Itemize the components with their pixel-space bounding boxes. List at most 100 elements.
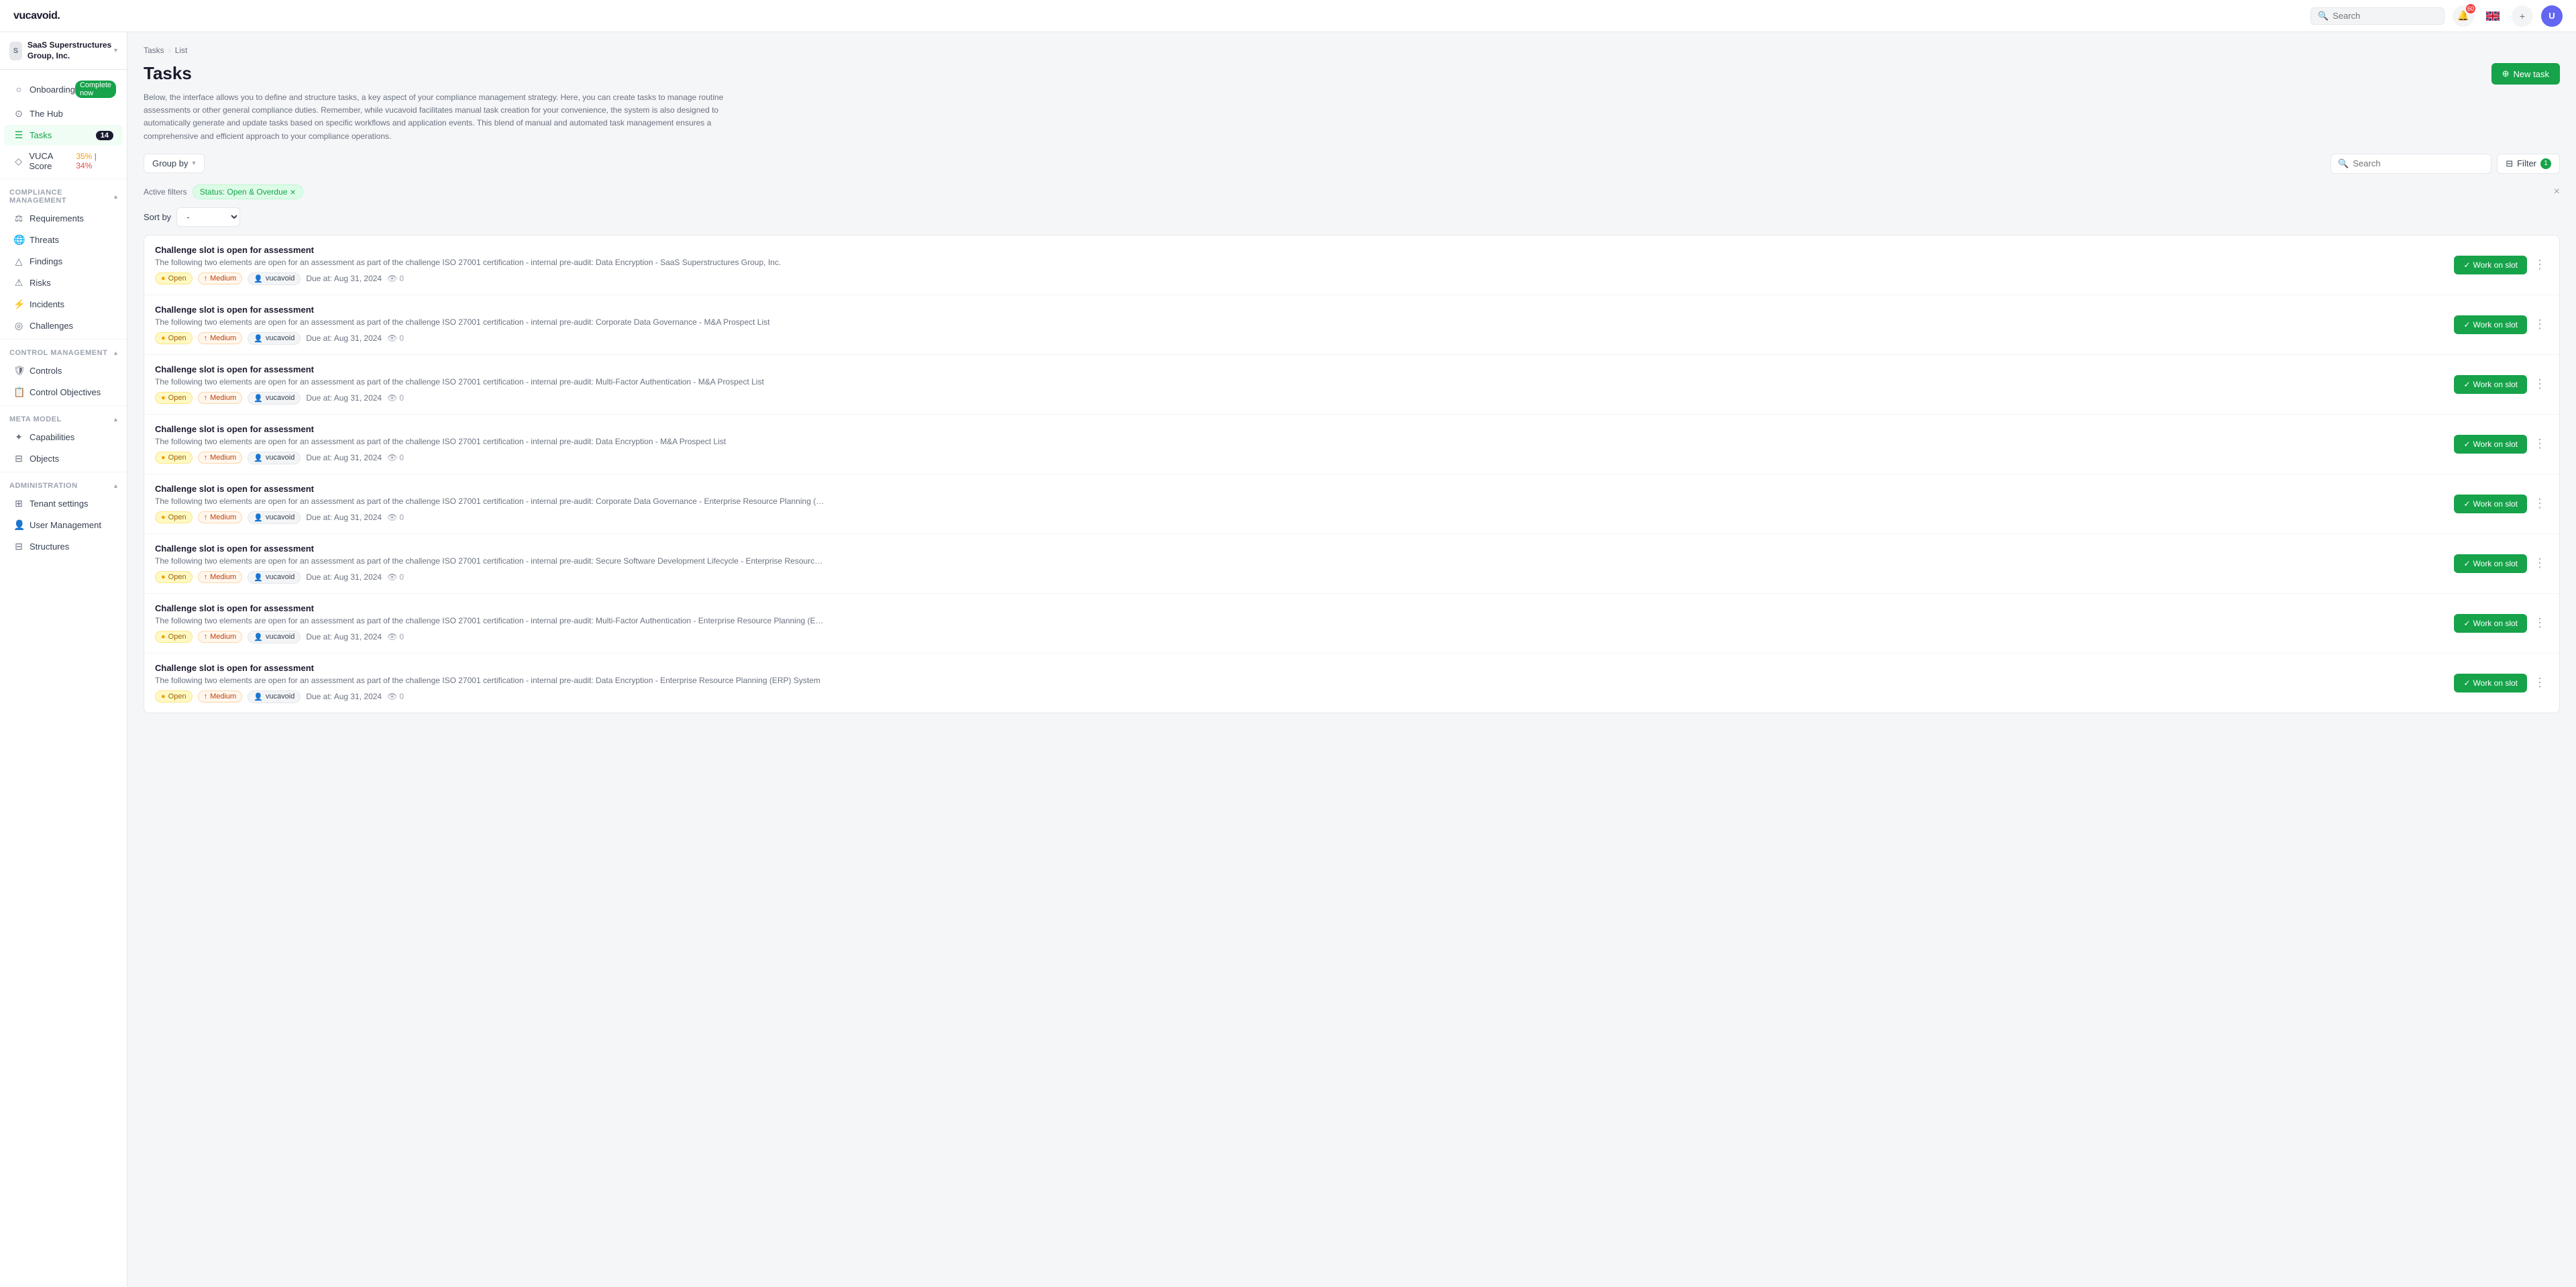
sidebar-item-control-objectives[interactable]: 📋 Control Objectives — [4, 382, 123, 403]
work-on-slot-button[interactable]: ✓ Work on slot — [2454, 315, 2527, 334]
assignee-tag: 👤 vucavoid — [248, 511, 301, 524]
comment-count: 👁 0 — [387, 632, 404, 641]
breadcrumb-list: List — [175, 46, 188, 55]
flag-icon — [2486, 11, 2500, 21]
incidents-icon: ⚡ — [13, 299, 24, 310]
more-actions-button[interactable]: ⋮ — [2531, 613, 2548, 633]
sidebar-item-incidents[interactable]: ⚡ Incidents — [4, 294, 123, 315]
sidebar-item-structures[interactable]: ⊟ Structures — [4, 536, 123, 557]
section-admin[interactable]: Administration ▴ — [0, 475, 127, 493]
work-on-slot-button[interactable]: ✓ Work on slot — [2454, 554, 2527, 573]
due-date: Due at: Aug 31, 2024 — [306, 572, 382, 582]
more-actions-button[interactable]: ⋮ — [2531, 255, 2548, 274]
org-avatar: S — [9, 42, 22, 60]
task-content: Challenge slot is open for assessment Th… — [155, 603, 2446, 644]
task-meta: ● Open ↑ Medium 👤 vucavoid Due at: Aug 3… — [155, 392, 2446, 405]
sidebar-item-findings[interactable]: △ Findings — [4, 251, 123, 272]
sidebar-item-controls[interactable]: 🛡 Controls — [4, 360, 123, 381]
sidebar-item-challenges[interactable]: ◎ Challenges — [4, 315, 123, 336]
status-tag: ● Open — [155, 571, 193, 583]
sidebar-item-capabilities[interactable]: ✦ Capabilities — [4, 427, 123, 448]
sidebar-item-tenant[interactable]: ⊞ Tenant settings — [4, 493, 123, 514]
sidebar-item-label: Controls — [30, 366, 62, 376]
sidebar-item-users[interactable]: 👤 User Management — [4, 515, 123, 535]
more-actions-button[interactable]: ⋮ — [2531, 315, 2548, 334]
group-by-label: Group by — [152, 158, 188, 168]
close-all-filters[interactable]: × — [2554, 186, 2560, 198]
app-logo: vucavoid. — [13, 10, 60, 22]
main-content: Tasks › List Tasks ⊕ New task Below, the… — [127, 32, 2576, 1287]
task-title: Challenge slot is open for assessment — [155, 603, 2446, 613]
filter-tag-close[interactable]: × — [290, 187, 295, 197]
task-actions: ✓ Work on slot ⋮ — [2454, 374, 2548, 394]
layout: S SaaS Superstructures Group, Inc. ▾ ○ O… — [0, 32, 2576, 1287]
active-filters-label: Active filters — [144, 187, 187, 197]
assignee-tag: 👤 vucavoid — [248, 332, 301, 345]
threats-icon: 🌐 — [13, 234, 24, 246]
breadcrumb-tasks[interactable]: Tasks — [144, 46, 164, 55]
controls-icon: 🛡 — [13, 365, 24, 376]
task-search-input[interactable] — [2353, 158, 2484, 168]
section-label: Meta Model — [9, 415, 62, 423]
work-on-slot-button[interactable]: ✓ Work on slot — [2454, 435, 2527, 454]
hub-icon: ⊙ — [13, 108, 24, 119]
section-label: Compliance Management — [9, 189, 114, 205]
section-control[interactable]: Control Management ▴ — [0, 342, 127, 360]
open-dot: ● — [161, 274, 166, 282]
sidebar-item-label: The Hub — [30, 109, 63, 119]
language-selector[interactable] — [2482, 5, 2504, 27]
task-content: Challenge slot is open for assessment Th… — [155, 305, 2446, 345]
comment-count: 👁 0 — [387, 453, 404, 462]
filter-button[interactable]: ⊟ Filter 1 — [2497, 154, 2560, 174]
task-actions: ✓ Work on slot ⋮ — [2454, 554, 2548, 573]
status-filter-tag[interactable]: Status: Open & Overdue × — [193, 185, 303, 199]
notifications-button[interactable]: 🔔 60 — [2453, 5, 2474, 27]
sidebar-item-onboarding[interactable]: ○ Onboarding Complete now — [4, 76, 123, 103]
more-actions-button[interactable]: ⋮ — [2531, 434, 2548, 454]
add-button[interactable]: + — [2512, 5, 2533, 27]
new-task-button[interactable]: ⊕ New task — [2491, 63, 2560, 85]
group-by-button[interactable]: Group by ▾ — [144, 154, 205, 173]
work-on-slot-button[interactable]: ✓ Work on slot — [2454, 674, 2527, 692]
user-icon: 👤 — [254, 513, 263, 522]
avatar[interactable]: U — [2541, 5, 2563, 27]
comment-count: 👁 0 — [387, 572, 404, 582]
sidebar-item-hub[interactable]: ⊙ The Hub — [4, 103, 123, 124]
comment-count: 👁 0 — [387, 692, 404, 701]
task-title: Challenge slot is open for assessment — [155, 305, 2446, 315]
priority-tag: ↑ Medium — [198, 511, 243, 523]
tenant-icon: ⊞ — [13, 498, 24, 509]
section-meta[interactable]: Meta Model ▴ — [0, 409, 127, 426]
work-on-slot-button[interactable]: ✓ Work on slot — [2454, 614, 2527, 633]
more-actions-button[interactable]: ⋮ — [2531, 374, 2548, 394]
task-title: Challenge slot is open for assessment — [155, 424, 2446, 434]
eye-icon: 👁 — [387, 513, 397, 522]
global-search[interactable]: 🔍 — [2310, 7, 2445, 25]
divider — [0, 405, 127, 406]
more-actions-button[interactable]: ⋮ — [2531, 494, 2548, 513]
priority-icon: ↑ — [204, 454, 208, 462]
section-compliance[interactable]: Compliance Management ▴ — [0, 182, 127, 207]
priority-tag: ↑ Medium — [198, 631, 243, 643]
sidebar-item-objects[interactable]: ⊟ Objects — [4, 448, 123, 469]
notification-badge: 60 — [2466, 4, 2475, 13]
sidebar-item-vuca[interactable]: ◇ VUCA Score 35% | 34% — [4, 146, 123, 176]
search-icon: 🔍 — [2318, 11, 2328, 21]
work-on-slot-button[interactable]: ✓ Work on slot — [2454, 375, 2527, 394]
sort-select[interactable]: - Due date Priority Status — [176, 207, 240, 227]
task-row: Challenge slot is open for assessment Th… — [144, 236, 2559, 295]
status-tag: ● Open — [155, 452, 193, 464]
work-on-slot-button[interactable]: ✓ Work on slot — [2454, 256, 2527, 274]
search-input[interactable] — [2332, 11, 2437, 21]
checkmark-icon: ✓ — [2463, 380, 2470, 389]
sidebar-item-tasks[interactable]: ☰ Tasks 14 — [4, 125, 123, 146]
org-selector[interactable]: S SaaS Superstructures Group, Inc. ▾ — [0, 32, 127, 70]
more-actions-button[interactable]: ⋮ — [2531, 673, 2548, 692]
sidebar-item-risks[interactable]: ⚠ Risks — [4, 272, 123, 293]
work-on-slot-button[interactable]: ✓ Work on slot — [2454, 495, 2527, 513]
priority-icon: ↑ — [204, 334, 208, 342]
task-search[interactable]: 🔍 — [2330, 154, 2491, 174]
sidebar-item-requirements[interactable]: ⚖ Requirements — [4, 208, 123, 229]
more-actions-button[interactable]: ⋮ — [2531, 554, 2548, 573]
sidebar-item-threats[interactable]: 🌐 Threats — [4, 229, 123, 250]
